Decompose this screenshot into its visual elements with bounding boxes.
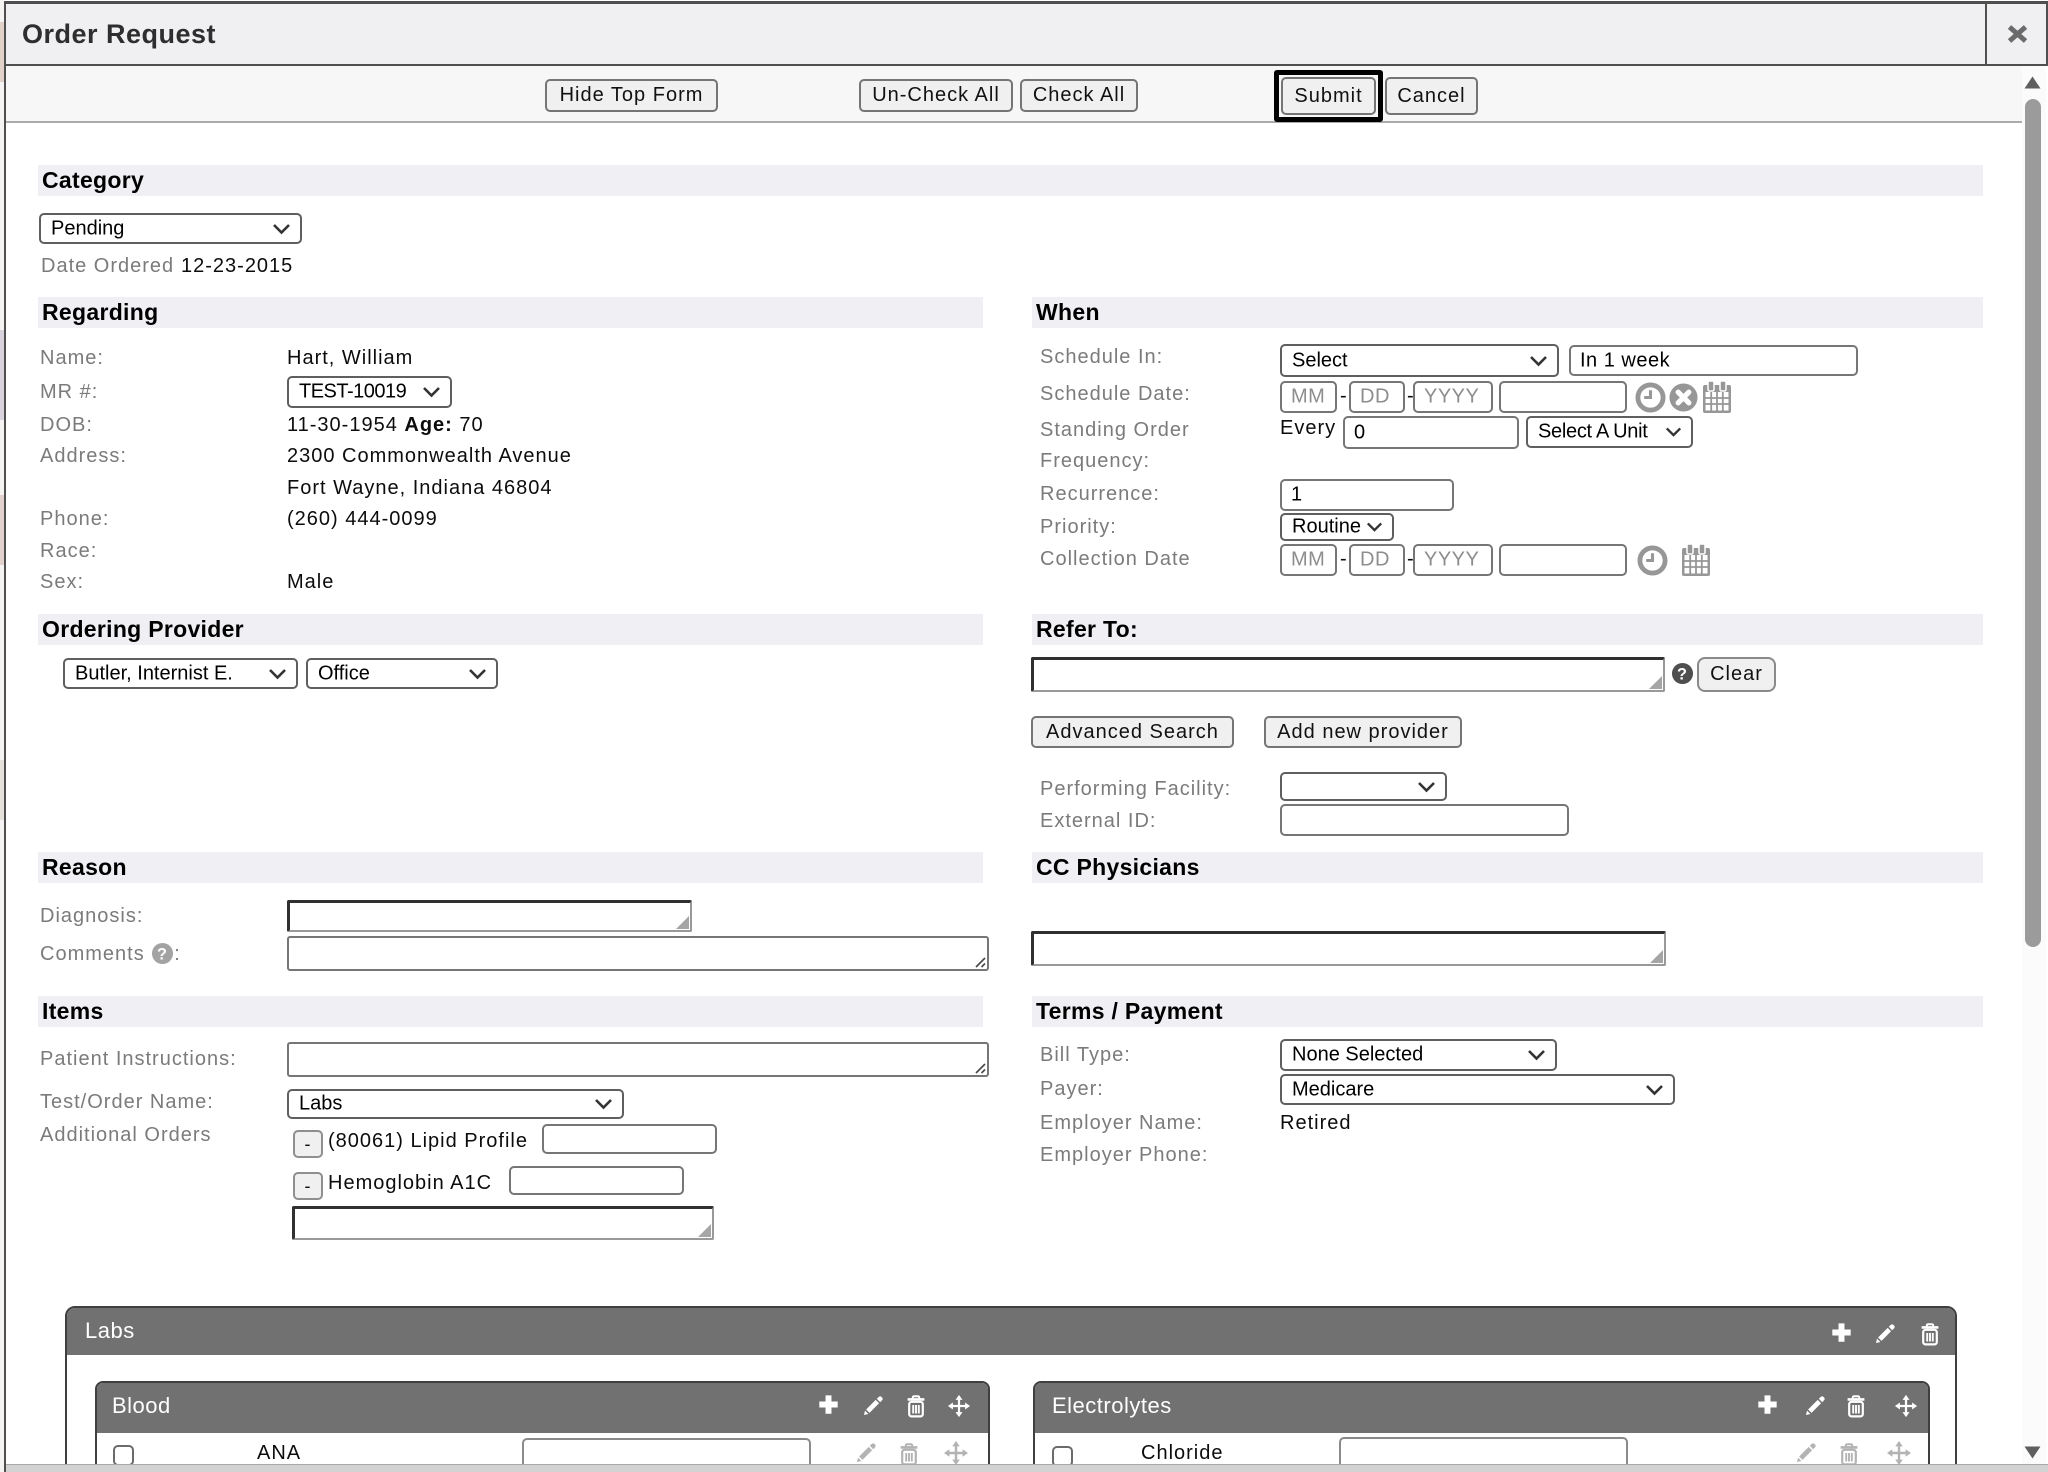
svg-text:?: ? xyxy=(157,945,168,963)
svg-text:?: ? xyxy=(1677,665,1688,683)
